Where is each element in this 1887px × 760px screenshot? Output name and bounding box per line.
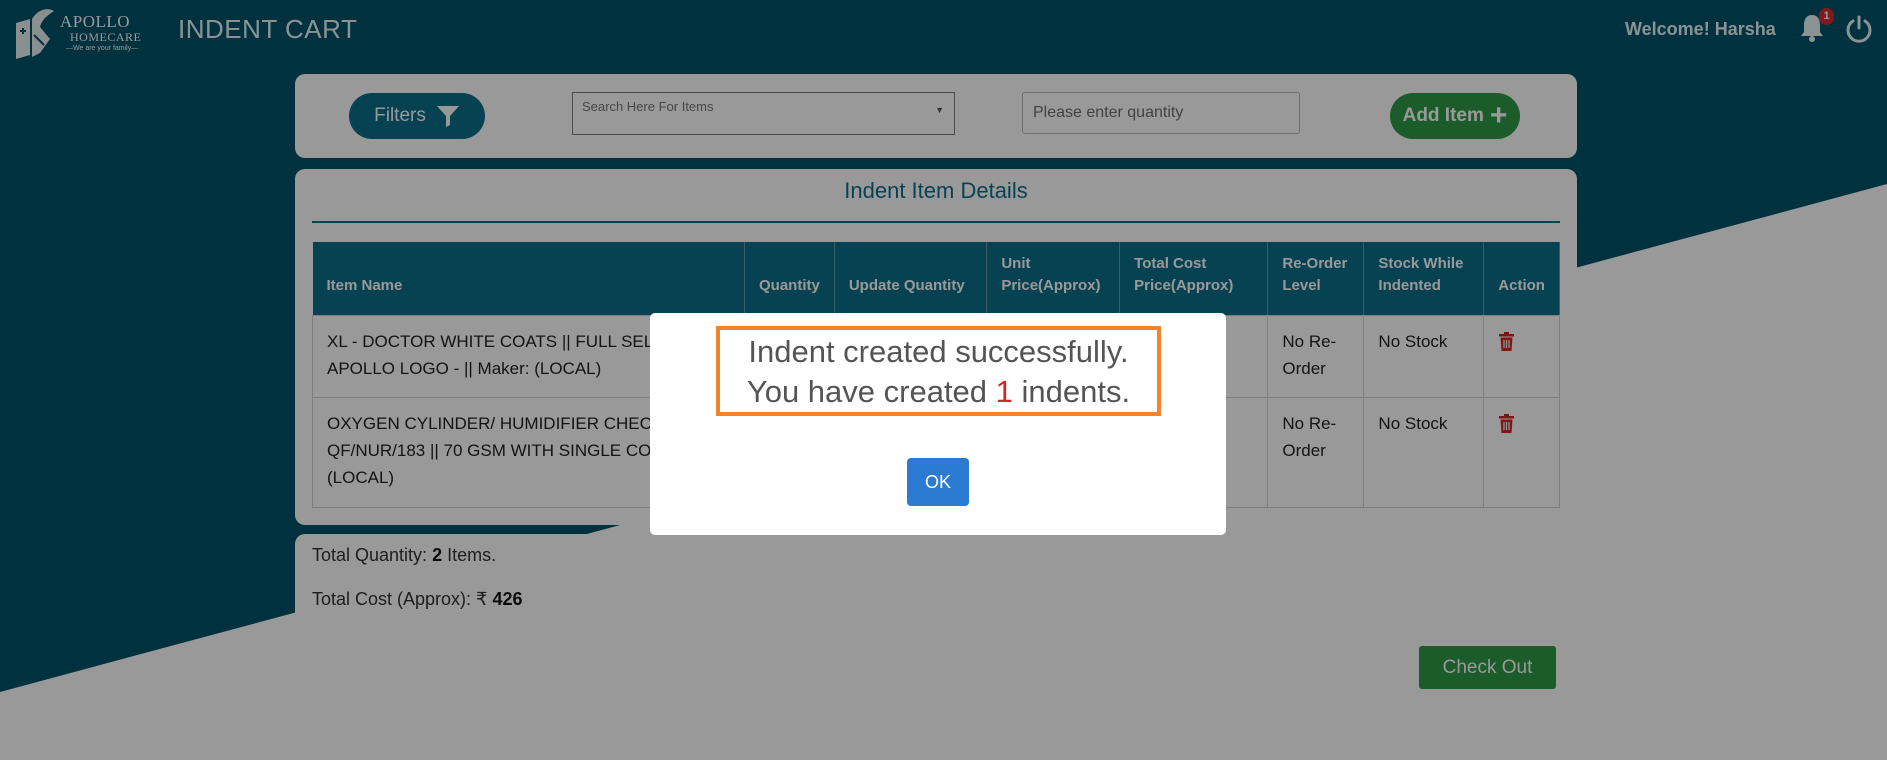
line2-prefix: You have created [746, 374, 988, 409]
ok-button[interactable]: OK [907, 458, 969, 506]
success-message-line1: Indent created successfully. [748, 334, 1129, 369]
success-message: Indent created successfully. You have cr… [716, 326, 1161, 416]
line2-suffix: indents. [1021, 374, 1131, 409]
success-dialog: Indent created successfully. You have cr… [650, 313, 1226, 535]
success-message-line2: You have created 1 indents. [720, 372, 1157, 412]
indent-count: 1 [995, 374, 1013, 409]
